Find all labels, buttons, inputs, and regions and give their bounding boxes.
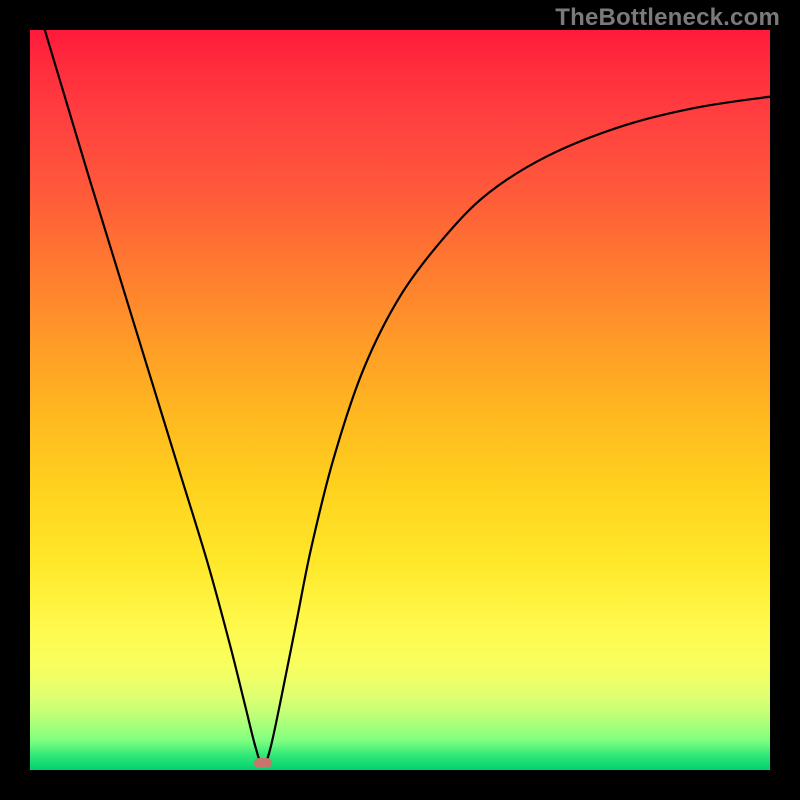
optimal-marker xyxy=(254,758,272,768)
plot-area xyxy=(30,30,770,770)
chart-frame: TheBottleneck.com xyxy=(0,0,800,800)
watermark-text: TheBottleneck.com xyxy=(555,4,780,32)
bottleneck-curve xyxy=(30,30,770,770)
